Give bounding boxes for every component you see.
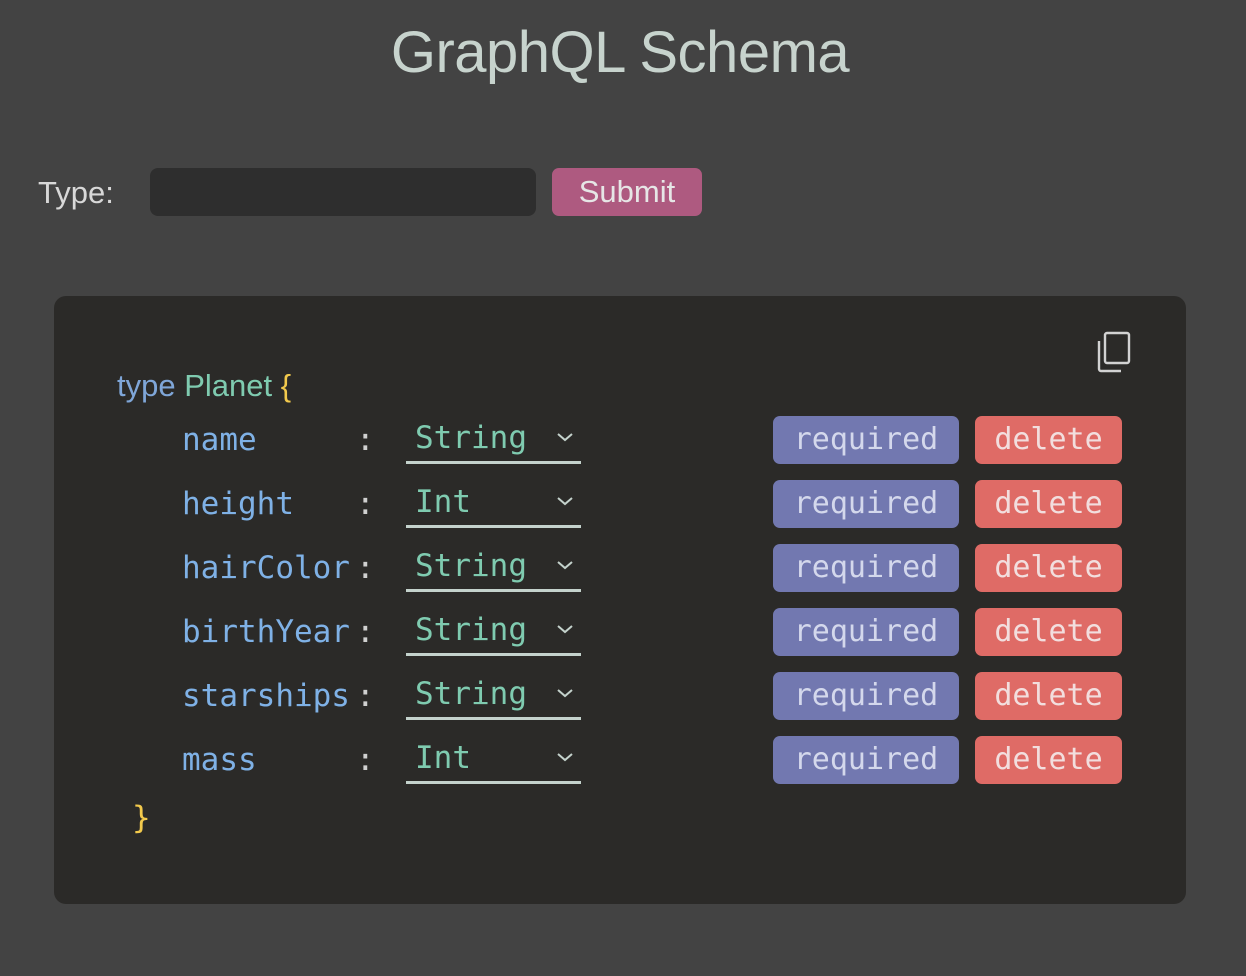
field-colon: : [356,422,375,458]
field-colon: : [356,742,375,778]
close-brace: } [132,800,151,836]
type-label: Type: [38,175,114,210]
field-type-value: String [415,548,527,584]
field-type-value: Int [415,740,471,776]
required-button[interactable]: required [773,608,959,656]
field-row: mass : Int required delete [54,736,1186,784]
field-colon: : [356,678,375,714]
delete-button[interactable]: delete [975,480,1122,528]
delete-button[interactable]: delete [975,544,1122,592]
open-brace: { [280,368,292,403]
field-type-select[interactable]: String [406,544,581,592]
required-button[interactable]: required [773,672,959,720]
field-colon: : [356,550,375,586]
type-name: Planet [184,368,273,403]
delete-button[interactable]: delete [975,672,1122,720]
field-type-select[interactable]: Int [406,736,581,784]
chevron-down-icon [557,497,573,506]
type-keyword: type [117,368,176,403]
field-name: mass [182,742,257,778]
delete-button[interactable]: delete [975,736,1122,784]
field-type-select[interactable]: Int [406,480,581,528]
field-row: starships : String required delete [54,672,1186,720]
field-name: hairColor [182,550,350,586]
copy-icon[interactable] [1094,330,1134,374]
field-name: height [182,486,294,522]
field-colon: : [356,486,375,522]
schema-panel: type Planet { name : String required del… [54,296,1186,904]
field-row: birthYear : String required delete [54,608,1186,656]
chevron-down-icon [557,561,573,570]
required-button[interactable]: required [773,416,959,464]
field-type-select[interactable]: String [406,672,581,720]
required-button[interactable]: required [773,480,959,528]
type-input[interactable] [150,168,536,216]
page-title: GraphQL Schema [390,20,850,85]
submit-button[interactable]: Submit [552,168,702,216]
field-name: name [182,422,257,458]
field-row: height : Int required delete [54,480,1186,528]
field-type-value: String [415,420,527,456]
required-button[interactable]: required [773,544,959,592]
field-type-value: Int [415,484,471,520]
field-name: birthYear [182,614,350,650]
field-type-value: String [415,612,527,648]
field-colon: : [356,614,375,650]
chevron-down-icon [557,753,573,762]
delete-button[interactable]: delete [975,608,1122,656]
required-button[interactable]: required [773,736,959,784]
chevron-down-icon [557,625,573,634]
type-declaration: type Planet { [117,366,291,406]
chevron-down-icon [557,689,573,698]
field-name: starships [182,678,350,714]
field-type-select[interactable]: String [406,416,581,464]
field-row: hairColor : String required delete [54,544,1186,592]
chevron-down-icon [557,433,573,442]
field-type-value: String [415,676,527,712]
delete-button[interactable]: delete [975,416,1122,464]
field-row: name : String required delete [54,416,1186,464]
field-type-select[interactable]: String [406,608,581,656]
